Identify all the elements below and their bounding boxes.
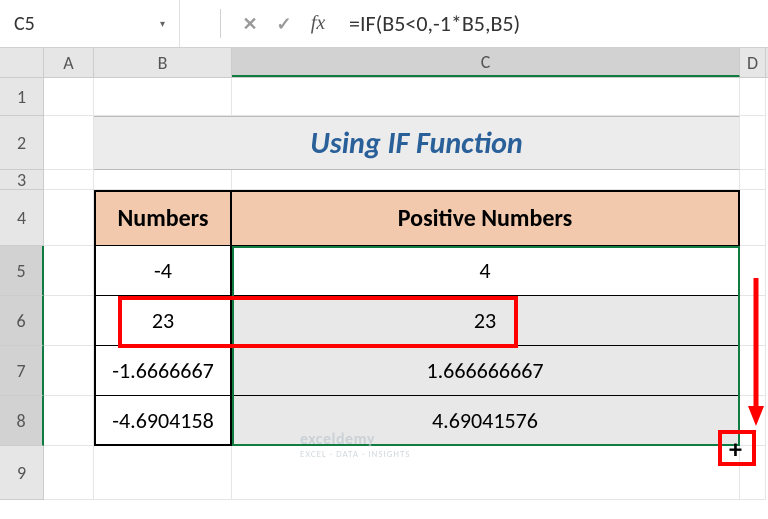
title-cell[interactable]: Using IF Function [94, 116, 740, 170]
col-header-a[interactable]: A [44, 48, 94, 77]
col-header-c[interactable]: C [232, 48, 740, 77]
row-header-4[interactable]: 4 [0, 190, 44, 246]
row-header-6[interactable]: 6 [0, 296, 44, 346]
cell[interactable] [740, 296, 766, 346]
cell[interactable] [44, 446, 94, 500]
cell[interactable] [94, 446, 232, 500]
cell[interactable] [44, 190, 94, 246]
col-header-b[interactable]: B [94, 48, 232, 77]
cell[interactable] [740, 116, 766, 170]
cell[interactable] [740, 246, 766, 296]
cell[interactable] [232, 78, 740, 116]
cell-b6[interactable]: 23 [94, 296, 232, 346]
fx-icon[interactable]: fx [301, 7, 335, 41]
cell-c7[interactable]: 1.666666667 [232, 346, 740, 396]
select-all-corner[interactable] [0, 48, 44, 77]
cell[interactable] [740, 346, 766, 396]
worksheet-grid[interactable]: 1 2 Using IF Function 3 4 Numbers Positi… [0, 78, 768, 500]
cell[interactable] [44, 346, 94, 396]
check-icon[interactable]: ✓ [267, 7, 301, 41]
cell-b5[interactable]: -4 [94, 246, 232, 296]
row-header-7[interactable]: 7 [0, 346, 44, 396]
row-header-1[interactable]: 1 [0, 78, 44, 116]
cell[interactable] [740, 78, 766, 116]
cell-c5[interactable]: 4 [232, 246, 740, 296]
cell[interactable] [44, 396, 94, 446]
chevron-down-icon[interactable]: ▾ [160, 17, 165, 30]
formula-input[interactable]: =IF(B5<0,-1*B5,B5) [349, 10, 768, 37]
cell[interactable] [740, 396, 766, 446]
table-header-numbers[interactable]: Numbers [94, 190, 232, 246]
column-headers: A B C D [0, 48, 768, 78]
cell[interactable] [94, 170, 232, 190]
row-header-9[interactable]: 9 [0, 446, 44, 500]
cell-b8[interactable]: -4.6904158 [94, 396, 232, 446]
divider [220, 9, 221, 37]
table-header-positive[interactable]: Positive Numbers [232, 190, 740, 246]
name-box[interactable]: C5 ▾ [0, 0, 180, 47]
cell[interactable] [44, 296, 94, 346]
cell[interactable] [740, 170, 766, 190]
row-header-5[interactable]: 5 [0, 246, 44, 296]
cell[interactable] [740, 446, 766, 500]
cell[interactable] [44, 246, 94, 296]
row-header-8[interactable]: 8 [0, 396, 44, 446]
col-header-d[interactable]: D [740, 48, 766, 77]
cell-reference: C5 [14, 12, 35, 36]
row-header-2[interactable]: 2 [0, 116, 44, 170]
formula-bar: C5 ▾ ✕ ✓ fx =IF(B5<0,-1*B5,B5) [0, 0, 768, 48]
cell[interactable] [44, 116, 94, 170]
cell-c6[interactable]: 23 [232, 296, 740, 346]
cell[interactable] [232, 446, 740, 500]
cancel-icon[interactable]: ✕ [233, 7, 267, 41]
cell[interactable] [44, 78, 94, 116]
cell[interactable] [740, 190, 766, 246]
cell[interactable] [94, 78, 232, 116]
cell[interactable] [44, 170, 94, 190]
cell-c8[interactable]: 4.69041576 [232, 396, 740, 446]
row-header-3[interactable]: 3 [0, 170, 44, 190]
cell[interactable] [232, 170, 740, 190]
cell-b7[interactable]: -1.6666667 [94, 346, 232, 396]
